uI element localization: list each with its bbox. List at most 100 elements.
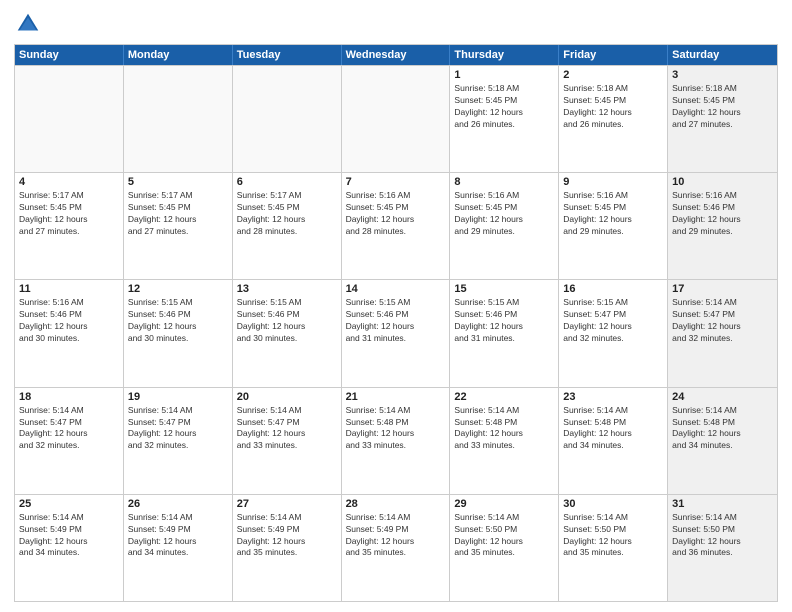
- cell-info: Sunrise: 5:15 AMSunset: 5:47 PMDaylight:…: [563, 297, 663, 345]
- day-number: 1: [454, 69, 554, 81]
- cell-info: Sunrise: 5:18 AMSunset: 5:45 PMDaylight:…: [454, 83, 554, 131]
- calendar-cell: 26 Sunrise: 5:14 AMSunset: 5:49 PMDayligh…: [124, 495, 233, 601]
- cell-info: Sunrise: 5:14 AMSunset: 5:48 PMDaylight:…: [346, 405, 446, 453]
- cell-info: Sunrise: 5:15 AMSunset: 5:46 PMDaylight:…: [454, 297, 554, 345]
- header-day-tuesday: Tuesday: [233, 45, 342, 65]
- day-number: 17: [672, 283, 773, 295]
- day-number: 23: [563, 391, 663, 403]
- cell-info: Sunrise: 5:14 AMSunset: 5:49 PMDaylight:…: [19, 512, 119, 560]
- cell-info: Sunrise: 5:14 AMSunset: 5:49 PMDaylight:…: [346, 512, 446, 560]
- day-number: 12: [128, 283, 228, 295]
- calendar-cell: 8Sunrise: 5:16 AMSunset: 5:45 PMDaylight…: [450, 173, 559, 279]
- day-number: 9: [563, 176, 663, 188]
- calendar-cell: 14 Sunrise: 5:15 AMSunset: 5:46 PMDayligh…: [342, 280, 451, 386]
- day-number: 21: [346, 391, 446, 403]
- day-number: 24: [672, 391, 773, 403]
- cell-info: Sunrise: 5:16 AMSunset: 5:45 PMDaylight:…: [346, 190, 446, 238]
- day-number: 10: [672, 176, 773, 188]
- day-number: 18: [19, 391, 119, 403]
- cell-info: Sunrise: 5:15 AMSunset: 5:46 PMDaylight:…: [237, 297, 337, 345]
- calendar-cell: 7 Sunrise: 5:16 AMSunset: 5:45 PMDaylight…: [342, 173, 451, 279]
- calendar-cell: 17Sunrise: 5:14 AMSunset: 5:47 PMDayligh…: [668, 280, 777, 386]
- day-number: 2: [563, 69, 663, 81]
- day-number: 4: [19, 176, 119, 188]
- cell-info: Sunrise: 5:16 AMSunset: 5:46 PMDaylight:…: [19, 297, 119, 345]
- cell-info: Sunrise: 5:14 AMSunset: 5:50 PMDaylight:…: [672, 512, 773, 560]
- cell-info: Sunrise: 5:14 AMSunset: 5:49 PMDaylight:…: [237, 512, 337, 560]
- calendar-cell: 1 Sunrise: 5:18 AMSunset: 5:45 PMDaylight…: [450, 66, 559, 172]
- cell-info: Sunrise: 5:15 AMSunset: 5:46 PMDaylight:…: [346, 297, 446, 345]
- calendar-cell: 9 Sunrise: 5:16 AMSunset: 5:45 PMDaylight…: [559, 173, 668, 279]
- calendar-body: 1 Sunrise: 5:18 AMSunset: 5:45 PMDaylight…: [15, 65, 777, 601]
- day-number: 29: [454, 498, 554, 510]
- cell-info: Sunrise: 5:17 AMSunset: 5:45 PMDaylight:…: [19, 190, 119, 238]
- calendar-cell: [15, 66, 124, 172]
- calendar-cell: 3 Sunrise: 5:18 AMSunset: 5:45 PMDaylight…: [668, 66, 777, 172]
- cell-info: Sunrise: 5:14 AMSunset: 5:47 PMDaylight:…: [237, 405, 337, 453]
- calendar: SundayMondayTuesdayWednesdayThursdayFrid…: [14, 44, 778, 602]
- header-day-wednesday: Wednesday: [342, 45, 451, 65]
- cell-info: Sunrise: 5:14 AMSunset: 5:50 PMDaylight:…: [454, 512, 554, 560]
- calendar-cell: 21 Sunrise: 5:14 AMSunset: 5:48 PMDayligh…: [342, 388, 451, 494]
- cell-info: Sunrise: 5:14 AMSunset: 5:48 PMDaylight:…: [454, 405, 554, 453]
- calendar-week-5: 25 Sunrise: 5:14 AMSunset: 5:49 PMDayligh…: [15, 494, 777, 601]
- cell-info: Sunrise: 5:14 AMSunset: 5:48 PMDaylight:…: [672, 405, 773, 453]
- calendar-cell: 25 Sunrise: 5:14 AMSunset: 5:49 PMDayligh…: [15, 495, 124, 601]
- day-number: 25: [19, 498, 119, 510]
- calendar-cell: 10 Sunrise: 5:16 AMSunset: 5:46 PMDayligh…: [668, 173, 777, 279]
- day-number: 20: [237, 391, 337, 403]
- cell-info: Sunrise: 5:17 AMSunset: 5:45 PMDaylight:…: [128, 190, 228, 238]
- logo: [14, 10, 44, 38]
- calendar-cell: 16Sunrise: 5:15 AMSunset: 5:47 PMDayligh…: [559, 280, 668, 386]
- day-number: 15: [454, 283, 554, 295]
- calendar-cell: 12Sunrise: 5:15 AMSunset: 5:46 PMDayligh…: [124, 280, 233, 386]
- cell-info: Sunrise: 5:17 AMSunset: 5:45 PMDaylight:…: [237, 190, 337, 238]
- day-number: 27: [237, 498, 337, 510]
- cell-info: Sunrise: 5:14 AMSunset: 5:47 PMDaylight:…: [19, 405, 119, 453]
- day-number: 3: [672, 69, 773, 81]
- calendar-cell: 23Sunrise: 5:14 AMSunset: 5:48 PMDayligh…: [559, 388, 668, 494]
- header-day-sunday: Sunday: [15, 45, 124, 65]
- day-number: 26: [128, 498, 228, 510]
- calendar-cell: 24 Sunrise: 5:14 AMSunset: 5:48 PMDayligh…: [668, 388, 777, 494]
- cell-info: Sunrise: 5:16 AMSunset: 5:45 PMDaylight:…: [454, 190, 554, 238]
- header-day-saturday: Saturday: [668, 45, 777, 65]
- cell-info: Sunrise: 5:16 AMSunset: 5:45 PMDaylight:…: [563, 190, 663, 238]
- calendar-cell: 27 Sunrise: 5:14 AMSunset: 5:49 PMDayligh…: [233, 495, 342, 601]
- day-number: 5: [128, 176, 228, 188]
- calendar-cell: 20 Sunrise: 5:14 AMSunset: 5:47 PMDayligh…: [233, 388, 342, 494]
- day-number: 11: [19, 283, 119, 295]
- day-number: 22: [454, 391, 554, 403]
- calendar-cell: 18 Sunrise: 5:14 AMSunset: 5:47 PMDayligh…: [15, 388, 124, 494]
- cell-info: Sunrise: 5:14 AMSunset: 5:47 PMDaylight:…: [128, 405, 228, 453]
- calendar-cell: [124, 66, 233, 172]
- page-container: SundayMondayTuesdayWednesdayThursdayFrid…: [0, 0, 792, 612]
- calendar-cell: 30 Sunrise: 5:14 AMSunset: 5:50 PMDayligh…: [559, 495, 668, 601]
- day-number: 13: [237, 283, 337, 295]
- calendar-cell: 6 Sunrise: 5:17 AMSunset: 5:45 PMDaylight…: [233, 173, 342, 279]
- calendar-cell: 15 Sunrise: 5:15 AMSunset: 5:46 PMDayligh…: [450, 280, 559, 386]
- calendar-week-1: 1 Sunrise: 5:18 AMSunset: 5:45 PMDaylight…: [15, 65, 777, 172]
- cell-info: Sunrise: 5:18 AMSunset: 5:45 PMDaylight:…: [563, 83, 663, 131]
- cell-info: Sunrise: 5:16 AMSunset: 5:46 PMDaylight:…: [672, 190, 773, 238]
- day-number: 14: [346, 283, 446, 295]
- calendar-cell: 31 Sunrise: 5:14 AMSunset: 5:50 PMDayligh…: [668, 495, 777, 601]
- day-number: 28: [346, 498, 446, 510]
- day-number: 30: [563, 498, 663, 510]
- calendar-cell: 13 Sunrise: 5:15 AMSunset: 5:46 PMDayligh…: [233, 280, 342, 386]
- logo-icon: [14, 10, 42, 38]
- cell-info: Sunrise: 5:14 AMSunset: 5:50 PMDaylight:…: [563, 512, 663, 560]
- cell-info: Sunrise: 5:18 AMSunset: 5:45 PMDaylight:…: [672, 83, 773, 131]
- cell-info: Sunrise: 5:14 AMSunset: 5:49 PMDaylight:…: [128, 512, 228, 560]
- calendar-cell: [233, 66, 342, 172]
- calendar-cell: [342, 66, 451, 172]
- day-number: 6: [237, 176, 337, 188]
- calendar-cell: 2 Sunrise: 5:18 AMSunset: 5:45 PMDaylight…: [559, 66, 668, 172]
- calendar-cell: 22 Sunrise: 5:14 AMSunset: 5:48 PMDayligh…: [450, 388, 559, 494]
- header: [14, 10, 778, 38]
- calendar-cell: 28 Sunrise: 5:14 AMSunset: 5:49 PMDayligh…: [342, 495, 451, 601]
- day-number: 7: [346, 176, 446, 188]
- calendar-week-3: 11 Sunrise: 5:16 AMSunset: 5:46 PMDayligh…: [15, 279, 777, 386]
- day-number: 31: [672, 498, 773, 510]
- calendar-cell: 5 Sunrise: 5:17 AMSunset: 5:45 PMDaylight…: [124, 173, 233, 279]
